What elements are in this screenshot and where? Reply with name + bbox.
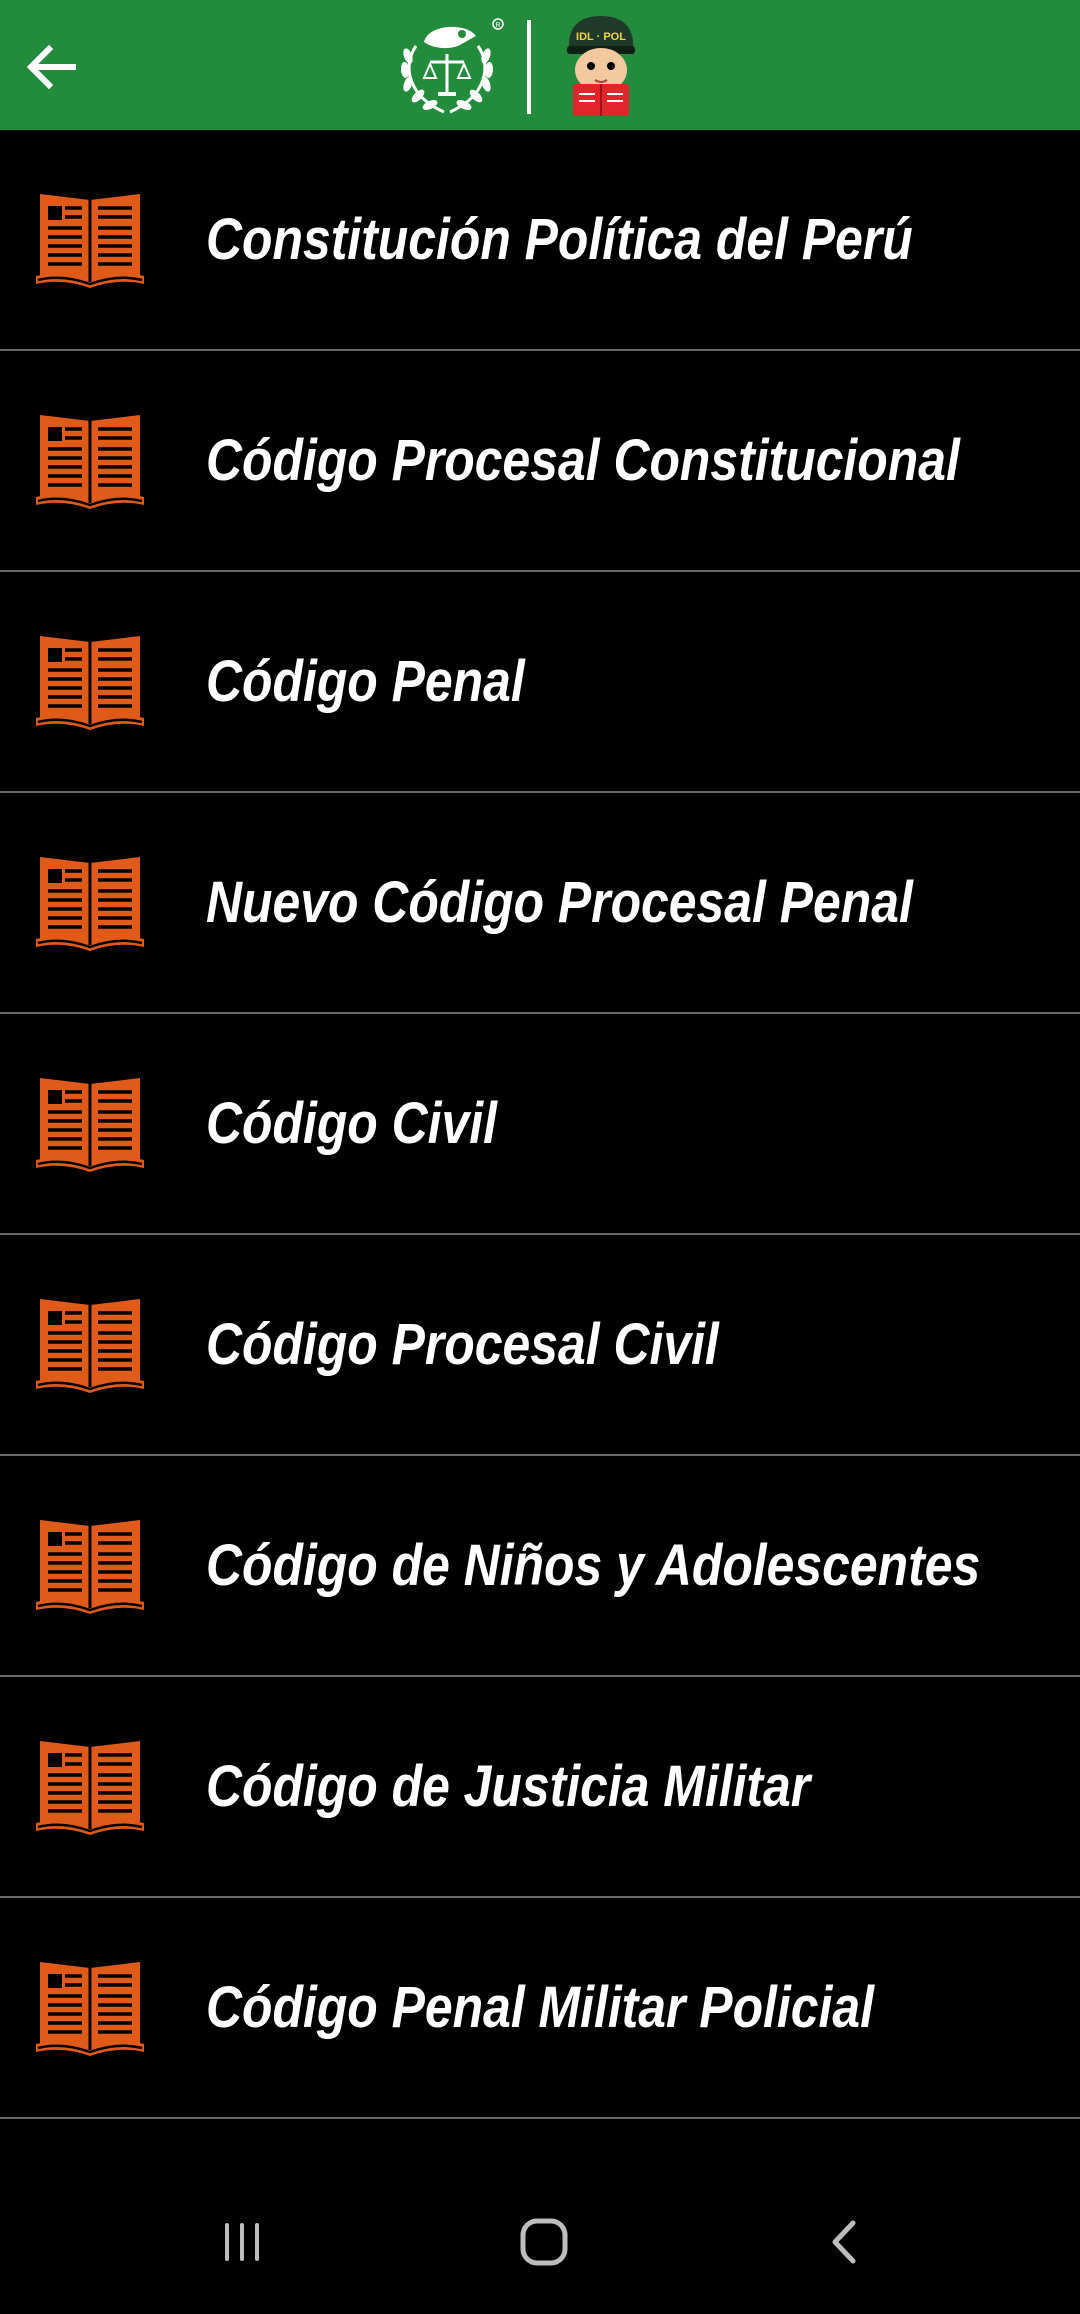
- list-item-codigo-penal[interactable]: Código Penal: [0, 572, 1080, 793]
- law-list: Constitución Política del Perú Código Pr…: [0, 130, 1080, 2119]
- system-back-button[interactable]: [794, 2190, 898, 2294]
- mascot-logo: IDL · POL: [567, 16, 635, 116]
- list-item-procesal-constitucional[interactable]: Código Procesal Constitucional: [0, 351, 1080, 572]
- list-item-nuevo-procesal-penal[interactable]: Nuevo Código Procesal Penal: [0, 793, 1080, 1014]
- list-item-label: Código Procesal Civil: [206, 1312, 719, 1377]
- open-book-icon: [36, 857, 144, 951]
- list-item-ninos-adolescentes[interactable]: Código de Niños y Adolescentes: [0, 1456, 1080, 1677]
- list-item-constitucion[interactable]: Constitución Política del Perú: [0, 130, 1080, 351]
- back-button[interactable]: [14, 30, 88, 104]
- home-button[interactable]: [492, 2190, 596, 2294]
- list-item-label: Código Procesal Constitucional: [206, 428, 960, 493]
- svg-text:R: R: [496, 22, 501, 29]
- open-book-icon: [36, 1520, 144, 1614]
- open-book-icon: [36, 636, 144, 730]
- open-book-icon: [36, 1299, 144, 1393]
- list-item-justicia-militar[interactable]: Código de Justicia Militar: [0, 1677, 1080, 1898]
- open-book-icon: [36, 415, 144, 509]
- home-icon: [520, 2218, 568, 2266]
- list-item-label: Constitución Política del Perú: [206, 207, 913, 272]
- list-item-penal-militar-policial[interactable]: Código Penal Militar Policial: [0, 1898, 1080, 2119]
- list-item-label: Código de Justicia Militar: [206, 1754, 811, 1819]
- open-book-icon: [36, 1741, 144, 1835]
- list-item-label: Código de Niños y Adolescentes: [206, 1533, 981, 1598]
- emblem-logo: R: [400, 18, 504, 114]
- list-item-procesal-civil[interactable]: Código Procesal Civil: [0, 1235, 1080, 1456]
- system-navigation-bar: [0, 2170, 1080, 2314]
- open-book-icon: [36, 1078, 144, 1172]
- list-item-label: Código Penal: [206, 649, 525, 714]
- arrow-left-icon: [26, 44, 76, 90]
- list-item-label: Código Penal Militar Policial: [206, 1975, 874, 2040]
- app-bar: R IDL · POL: [0, 0, 1080, 130]
- back-chevron-icon: [832, 2220, 856, 2264]
- recent-apps-button[interactable]: [190, 2190, 294, 2294]
- recent-apps-icon: [225, 2223, 259, 2261]
- open-book-icon: [36, 1962, 144, 2056]
- mascot-cap-text: IDL · POL: [576, 31, 626, 43]
- open-book-icon: [36, 194, 144, 288]
- list-item-label: Código Civil: [206, 1091, 497, 1156]
- logo-divider: [527, 20, 531, 114]
- list-item-label: Nuevo Código Procesal Penal: [206, 870, 913, 935]
- list-item-codigo-civil[interactable]: Código Civil: [0, 1014, 1080, 1235]
